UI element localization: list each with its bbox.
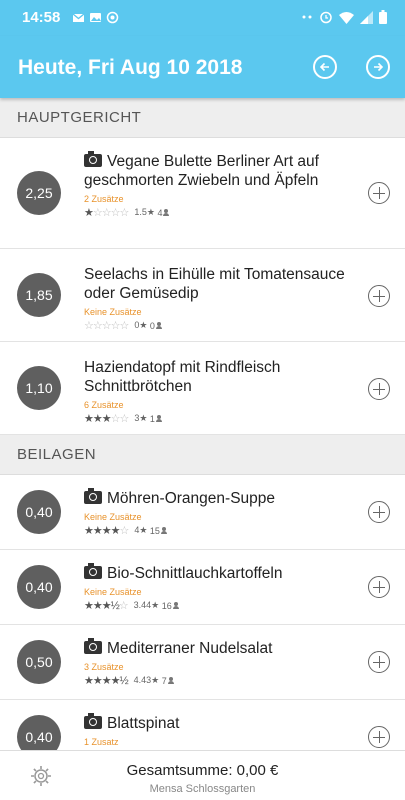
meal-row[interactable]: 1,85 Seelachs in Eihülle mit Tomatensauc… [0,249,405,342]
meal-name: Vegane Bulette Berliner Art auf geschmor… [84,153,319,189]
person-icon [155,414,162,423]
rating: ★★★★½ 4.43★ 7 [84,674,355,687]
rating: ★☆☆☆☆ 1.5★ 4 [84,206,355,219]
person-icon [163,208,170,217]
more-dots-icon [302,15,312,19]
meal-row[interactable]: 1,10 Haziendatopf mit Rindfleisch Schnit… [0,342,405,435]
add-button[interactable] [368,576,390,598]
camera-icon[interactable] [84,488,102,504]
camera-icon[interactable] [84,151,102,167]
section-header-hauptgericht: HAUPTGERICHT [0,98,405,138]
price-badge: 0,40 [17,565,61,609]
add-button[interactable] [368,726,390,748]
meal-row[interactable]: 2,25 Vegane Bulette Berliner Art auf ges… [0,138,405,249]
price-badge: 0,40 [17,490,61,534]
add-button[interactable] [368,501,390,523]
camera-icon[interactable] [84,638,102,654]
price-badge: 0,40 [17,715,61,750]
star-rating: ★☆☆☆☆ [84,207,129,219]
extras-label: Keine Zusätze [84,587,142,597]
rating: ★★★★☆ 4★ 15 [84,524,355,537]
whatsapp-icon [106,11,119,24]
section-header-beilagen: BEILAGEN [0,435,405,475]
meal-row[interactable]: 0,40 Möhren-Orangen-Suppe Keine Zusätze … [0,475,405,550]
price-badge: 2,25 [17,171,61,215]
meal-name: Möhren-Orangen-Suppe [107,490,276,507]
gmail-icon [72,13,85,22]
wifi-icon [339,11,354,24]
extras-label: Keine Zusätze [84,512,142,522]
next-day-button[interactable] [366,55,390,79]
mensa-name: Mensa Schlossgarten [149,783,256,795]
gallery-icon [90,13,101,22]
star-rating: ☆☆☆☆☆ [84,320,129,332]
meal-name: Haziendatopf mit Rindfleisch Schnittbröt… [84,359,281,395]
person-icon [167,676,174,685]
price-badge: 0,50 [17,640,61,684]
meal-name: Blattspinat [107,715,180,732]
meal-row[interactable]: 0,40 Bio-Schnittlauchkartoffeln Keine Zu… [0,550,405,625]
meal-name: Bio-Schnittlauchkartoffeln [107,565,283,582]
footer-bar: Gesamtsumme: 0,00 € Mensa Schlossgarten [0,750,405,800]
price-badge: 1,10 [17,366,61,410]
person-icon [155,321,162,330]
meal-name: Mediterraner Nudelsalat [107,640,273,657]
star-rating: ★★★½☆ [84,600,129,612]
page-title: Heute, Fri Aug 10 2018 [18,56,243,79]
meal-name: Seelachs in Eihülle mit Tomatensauce ode… [84,266,345,302]
camera-icon[interactable] [84,563,102,579]
extras-label: 1 Zusatz [84,737,119,747]
star-rating: ★★★☆☆ [84,413,129,425]
status-bar: 14:58 [0,0,405,36]
signal-icon [360,10,373,24]
add-button[interactable] [368,285,390,307]
rating: ★★★☆☆ 3★ 1 [84,412,355,425]
previous-day-button[interactable] [313,55,337,79]
meal-row[interactable]: 0,40 Blattspinat 1 Zusatz [0,700,405,750]
arrow-left-icon [319,62,329,72]
alarm-icon [320,11,332,24]
arrow-right-icon [374,62,384,72]
meal-list[interactable]: HAUPTGERICHT 2,25 Vegane Bulette Berline… [0,98,405,750]
status-time: 14:58 [22,9,61,26]
extras-label: 3 Zusätze [84,662,124,672]
rating: ☆☆☆☆☆ 0★ 0 [84,319,355,332]
add-button[interactable] [368,378,390,400]
person-icon [160,526,167,535]
star-rating: ★★★★½ [84,675,129,687]
battery-icon [379,10,387,24]
meal-row[interactable]: 0,50 Mediterraner Nudelsalat 3 Zusätze ★… [0,625,405,700]
extras-label: 6 Zusätze [84,400,124,410]
app-bar: Heute, Fri Aug 10 2018 [0,36,405,98]
extras-label: 2 Zusätze [84,194,124,204]
price-badge: 1,85 [17,273,61,317]
add-button[interactable] [368,182,390,204]
extras-label: Keine Zusätze [84,307,142,317]
rating: ★★★½☆ 3.44★ 16 [84,599,355,612]
camera-icon[interactable] [84,713,102,729]
total-sum: Gesamtsumme: 0,00 € [126,762,279,779]
star-rating: ★★★★☆ [84,525,129,537]
person-icon [172,601,179,610]
add-button[interactable] [368,651,390,673]
